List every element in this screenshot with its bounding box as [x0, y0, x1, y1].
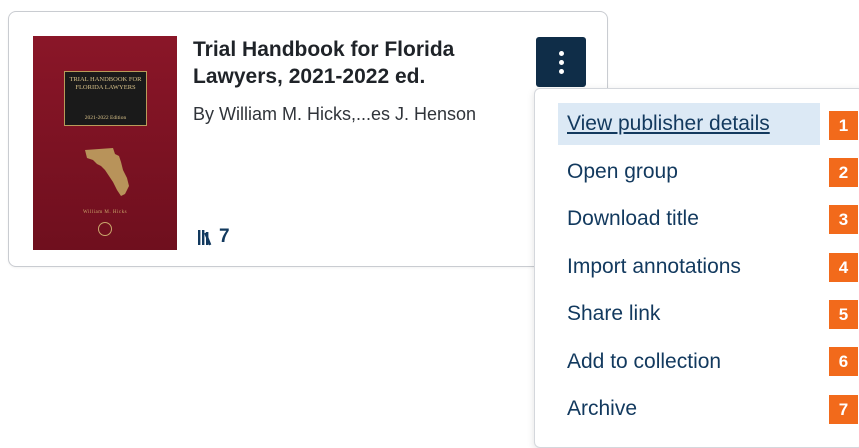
cover-title-panel: Trial Handbook for Florida Lawyers 2021-… [64, 71, 147, 126]
menu-item-import-annotations[interactable]: Import annotations [558, 246, 820, 288]
cover-title-text: Trial Handbook for Florida Lawyers [69, 76, 142, 91]
cover-author-text: William M. Hicks [82, 210, 128, 215]
context-menu: View publisher details Open group Downlo… [534, 88, 859, 448]
book-card[interactable]: Trial Handbook for Florida Lawyers 2021-… [8, 11, 608, 267]
index-badge: 7 [829, 395, 858, 424]
more-options-button[interactable] [536, 37, 586, 87]
menu-item-archive[interactable]: Archive [558, 388, 820, 430]
menu-item-download-title[interactable]: Download title [558, 198, 820, 240]
vertical-ellipsis-icon [558, 50, 564, 56]
cover-edition-text: 2021-2022 Edition [84, 115, 127, 121]
index-badge: 6 [829, 347, 858, 376]
copies-value: 7 [219, 226, 230, 247]
index-badge: 2 [829, 158, 858, 187]
publisher-seal-icon [98, 222, 112, 236]
book-title[interactable]: Trial Handbook for Florida Lawyers, 2021… [193, 36, 513, 90]
menu-item-add-to-collection[interactable]: Add to collection [558, 341, 820, 383]
copies-count: 7 [197, 226, 230, 248]
florida-map-icon [85, 148, 129, 196]
index-badge: 4 [829, 253, 858, 282]
menu-item-open-group[interactable]: Open group [558, 151, 820, 193]
index-badge: 3 [829, 205, 858, 234]
menu-item-share-link[interactable]: Share link [558, 293, 820, 335]
books-icon [198, 230, 212, 246]
index-badge: 5 [829, 300, 858, 329]
menu-item-view-publisher-details[interactable]: View publisher details [558, 103, 820, 145]
index-badge: 1 [829, 111, 858, 140]
book-cover[interactable]: Trial Handbook for Florida Lawyers 2021-… [33, 36, 177, 250]
book-author: By William M. Hicks,...es J. Henson [193, 104, 477, 124]
